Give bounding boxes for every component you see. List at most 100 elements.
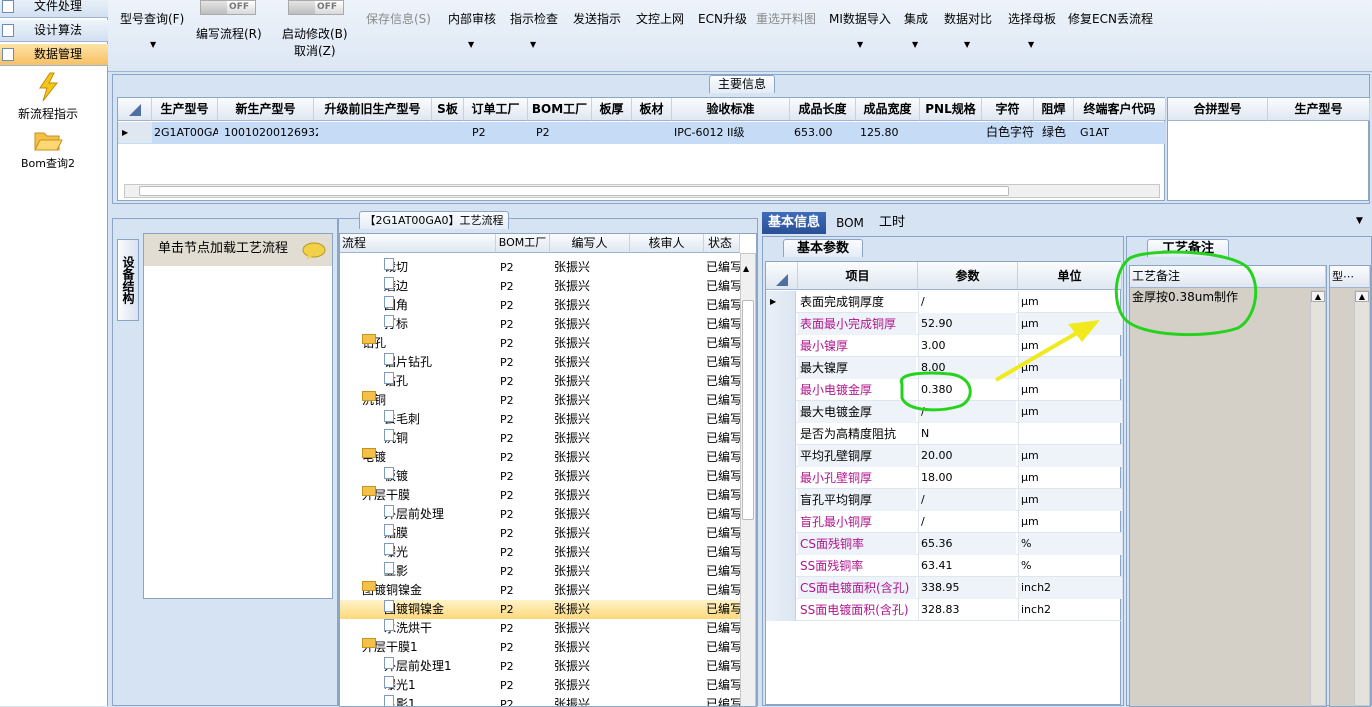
col-reviewer[interactable]: 核审人 — [630, 234, 704, 253]
nav-item-data-manage[interactable]: 数据管理 — [0, 44, 108, 66]
col-merge-production[interactable]: 生产型号 — [1268, 98, 1370, 121]
tree-row[interactable]: 曝光1 P2 张振兴 已编写 — [340, 676, 740, 695]
send-instruction-button[interactable]: 发送指示 — [573, 10, 621, 27]
col-param[interactable]: 参数 — [918, 262, 1018, 290]
tree-row[interactable]: 沉铜 P2 张振兴 已编写 — [340, 429, 740, 448]
start-modify-toggle[interactable]: OFF — [288, 0, 344, 15]
col-material[interactable]: 板材 — [632, 98, 672, 121]
tree-row[interactable]: 板镀 P2 张振兴 已编写 — [340, 467, 740, 486]
param-row[interactable]: ▶ 表面完成铜厚度 / μm — [766, 291, 1122, 313]
col-thickness[interactable]: 板厚 — [592, 98, 632, 121]
col-old-model[interactable]: 升级前旧生产型号 — [314, 98, 432, 121]
col-writer[interactable]: 编写人 — [550, 234, 630, 253]
col-unit[interactable]: 单位 — [1018, 262, 1122, 290]
col-model[interactable]: 型⋯ — [1330, 266, 1370, 288]
mi-import-button[interactable]: MI数据导入 ▼ — [829, 10, 891, 49]
nav-item-file[interactable]: 文件处理 — [0, 0, 108, 18]
tree-row[interactable]: 圆角 P2 张振兴 已编写 — [340, 296, 740, 315]
tree-row[interactable]: 裁切 P2 张振兴 已编写 — [340, 258, 740, 277]
col-status[interactable]: 状态 — [704, 234, 740, 253]
tree-row[interactable]: 磨边 P2 张振兴 已编写 — [340, 277, 740, 296]
param-row[interactable]: CS面电镀面积(含孔) 338.95 inch2 — [766, 577, 1122, 599]
col-merge-model[interactable]: 合拼型号 — [1168, 98, 1268, 121]
tree-row[interactable]: 外层前处理 P2 张振兴 已编写 — [340, 505, 740, 524]
col-s-board[interactable]: S板 — [432, 98, 464, 121]
col-bom-factory[interactable]: BOM工厂 — [528, 98, 592, 121]
edit-flow-button[interactable]: 编写流程(R) — [196, 25, 262, 42]
col-bom-factory[interactable]: BOM工厂 — [496, 234, 550, 253]
param-row[interactable]: CS面残铜率 65.36% — [766, 533, 1122, 555]
tree-row[interactable]: 图镀铜镍金 P2 张振兴 已编写 — [340, 600, 740, 619]
instruction-check-button[interactable]: 指示检查 ▼ — [510, 10, 558, 49]
param-row[interactable]: 平均孔壁铜厚 20.00 μm — [766, 445, 1122, 467]
col-char[interactable]: 字符 — [982, 98, 1034, 121]
col-solder[interactable]: 阻焊 — [1034, 98, 1074, 121]
col-width[interactable]: 成品宽度 — [856, 98, 920, 121]
reselect-drawing-button[interactable]: 重选开料图 — [756, 10, 816, 27]
upload-web-button[interactable]: 文控上网 — [636, 10, 684, 27]
tree-row[interactable]: 显影 P2 张振兴 已编写 — [340, 562, 740, 581]
vertical-scrollbar[interactable]: ▲ — [740, 253, 756, 706]
save-info-button[interactable]: 保存信息(S) — [366, 10, 431, 27]
tab-bom[interactable]: BOM — [832, 212, 868, 234]
fix-ecn-button[interactable]: 修复ECN丢流程 — [1068, 10, 1153, 27]
tree-row[interactable]: −图镀铜镍金P2张振兴已编写 — [340, 581, 740, 600]
internal-review-button[interactable]: 内部审核 ▼ — [448, 10, 496, 49]
param-row[interactable]: SS面电镀面积(含孔) 328.83 inch2 — [766, 599, 1122, 621]
col-length[interactable]: 成品长度 — [790, 98, 856, 121]
tree-row[interactable]: 曝光 P2 张振兴 已编写 — [340, 543, 740, 562]
tree-row[interactable]: 显影1 P2 张振兴 已编写 — [340, 695, 740, 706]
tree-row[interactable]: −钻孔P2张振兴已编写 — [340, 334, 740, 353]
tree-row[interactable]: 去毛刺 P2 张振兴 已编写 — [340, 410, 740, 429]
tree-row[interactable]: 外层前处理1 P2 张振兴 已编写 — [340, 657, 740, 676]
col-production-model[interactable]: 生产型号 — [152, 98, 218, 121]
bom-query-button[interactable]: Bom查询2 — [8, 128, 88, 171]
param-row[interactable]: 盲孔平均铜厚 / μm — [766, 489, 1122, 511]
cancel-button[interactable]: 取消(Z) — [294, 42, 336, 59]
table-row[interactable]: ▶ 2G1AT00GA0 10010200126932 P2 P2 IPC-60… — [118, 122, 1166, 144]
tree-row[interactable]: 贴膜 P2 张振兴 已编写 — [340, 524, 740, 543]
col-item[interactable]: 项目 — [798, 262, 918, 290]
model-scrollbar[interactable]: ▲ — [1354, 290, 1370, 706]
model-query-button[interactable]: 型号查询(F) ▼ — [120, 10, 184, 49]
integrate-button[interactable]: 集成 ▼ — [904, 10, 928, 49]
tree-row[interactable]: 钻孔 P2 张振兴 已编写 — [340, 372, 740, 391]
new-flow-button[interactable]: 新流程指示 — [8, 72, 88, 122]
tree-row[interactable]: 打标 P2 张振兴 已编写 — [340, 315, 740, 334]
tree-row[interactable]: −沉铜P2张振兴已编写 — [340, 391, 740, 410]
tree-row[interactable]: 铝片钻孔 P2 张振兴 已编写 — [340, 353, 740, 372]
col-new-model[interactable]: 新生产型号 — [218, 98, 314, 121]
process-note-text[interactable]: 金厚按0.38um制作 — [1130, 288, 1310, 306]
tab-work-hours[interactable]: 工时 — [872, 212, 912, 234]
tab-dropdown-icon[interactable]: ▼ — [1356, 216, 1363, 226]
param-row[interactable]: 最小电镀金厚 0.380 μm — [766, 379, 1122, 401]
tab-basic-info[interactable]: 基本信息 — [762, 212, 826, 234]
ecn-upgrade-button[interactable]: ECN升级 — [698, 10, 747, 27]
tree-row[interactable]: −外层干膜P2张振兴已编写 — [340, 486, 740, 505]
param-row[interactable]: 是否为高精度阻抗 N — [766, 423, 1122, 445]
param-row[interactable]: 最大镍厚 8.00 μm — [766, 357, 1122, 379]
param-row[interactable]: 最大电镀金厚 / μm — [766, 401, 1122, 423]
col-process-note[interactable]: 工艺备注 — [1130, 266, 1326, 288]
tree-row[interactable]: −外层干膜1P2张振兴已编写 — [340, 638, 740, 657]
start-modify-button[interactable]: 启动修改(B) — [282, 25, 348, 42]
tab-device-structure[interactable]: 设备结构 — [117, 239, 139, 321]
notes-scrollbar[interactable]: ▲ — [1310, 290, 1326, 706]
tree-row[interactable]: −电镀P2张振兴已编写 — [340, 448, 740, 467]
param-row[interactable]: SS面残铜率 63.41% — [766, 555, 1122, 577]
col-flow[interactable]: 流程 — [340, 234, 496, 253]
col-acceptance[interactable]: 验收标准 — [672, 98, 790, 121]
param-row[interactable]: 最小孔壁铜厚 18.00 μm — [766, 467, 1122, 489]
param-row[interactable]: 表面最小完成铜厚 52.90 μm — [766, 313, 1122, 335]
param-row[interactable]: 最小镍厚 3.00 μm — [766, 335, 1122, 357]
data-compare-button[interactable]: 数据对比 ▼ — [944, 10, 992, 49]
col-pnl[interactable]: PNL规格 — [920, 98, 982, 121]
horizontal-scrollbar[interactable] — [124, 184, 1160, 198]
select-master-button[interactable]: 选择母板 ▼ — [1008, 10, 1056, 49]
edit-flow-toggle[interactable]: OFF — [200, 0, 256, 15]
col-customer[interactable]: 终端客户代码 — [1074, 98, 1166, 121]
col-order-factory[interactable]: 订单工厂 — [464, 98, 528, 121]
nav-item-design[interactable]: 设计算法 — [0, 20, 108, 42]
param-row[interactable]: 盲孔最小铜厚 / μm — [766, 511, 1122, 533]
tree-row[interactable]: 水洗烘干 P2 张振兴 已编写 — [340, 619, 740, 638]
